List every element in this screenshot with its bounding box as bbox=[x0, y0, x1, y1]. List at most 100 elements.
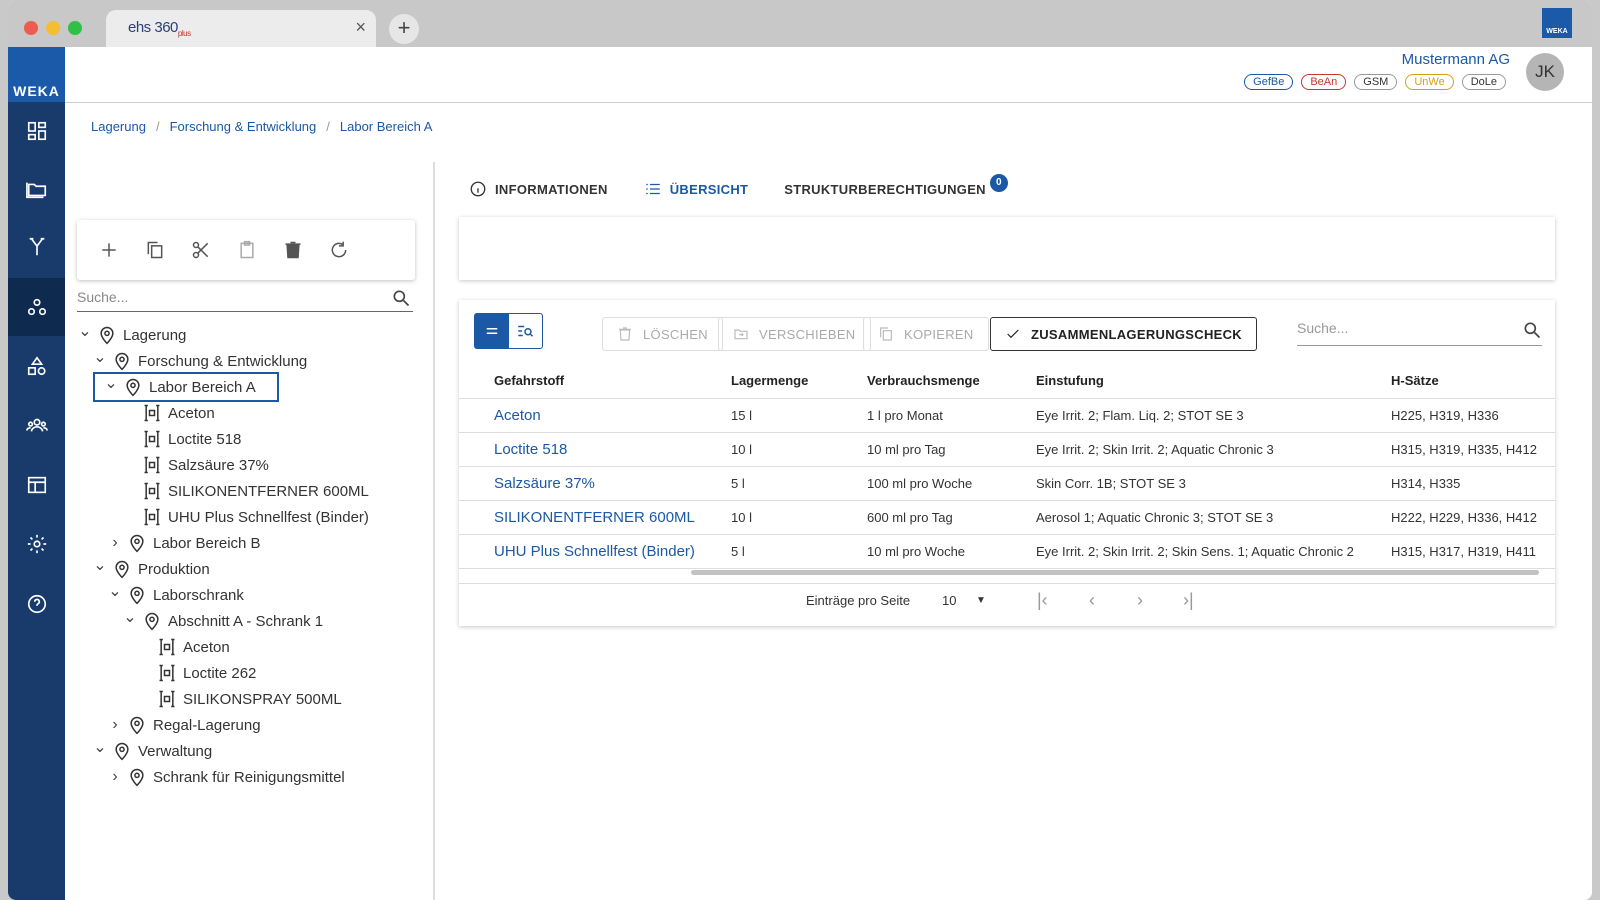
close-window-button[interactable] bbox=[24, 21, 38, 35]
table-row[interactable]: Aceton 15 l1 l pro Monat Eye Irrit. 2; Fla… bbox=[459, 398, 1555, 433]
substance-link[interactable]: UHU Plus Schnellfest (Binder) bbox=[459, 534, 696, 569]
rows-per-page-select[interactable]: 10 bbox=[942, 593, 956, 608]
module-badge-gsm[interactable]: GSM bbox=[1354, 74, 1398, 90]
sidebar-item-documents[interactable] bbox=[8, 160, 65, 218]
tree-node-location[interactable]: › Labor Bereich B bbox=[77, 530, 427, 556]
module-badge-bean[interactable]: BeAn bbox=[1301, 74, 1347, 90]
tree-node-location[interactable]: ⌄ Forschung & Entwicklung bbox=[77, 348, 427, 374]
tab-uebersicht[interactable]: ÜBERSICHT bbox=[644, 180, 749, 198]
table-search-input[interactable]: Suche... bbox=[1297, 320, 1542, 346]
substance-link[interactable]: Aceton bbox=[459, 398, 696, 433]
copy-selected-button[interactable]: KOPIEREN bbox=[863, 317, 989, 351]
chevron-down-icon[interactable]: ⌄ bbox=[92, 555, 108, 575]
table-row[interactable]: UHU Plus Schnellfest (Binder) 5 l 10 ml pr… bbox=[459, 534, 1555, 569]
next-page-button[interactable]: › bbox=[1137, 590, 1143, 611]
list-view-button[interactable] bbox=[475, 314, 509, 348]
move-button[interactable]: VERSCHIEBEN bbox=[718, 317, 871, 351]
module-badge-gefbe[interactable]: GefBe bbox=[1244, 74, 1294, 90]
browser-tab[interactable]: ehs 360plus × bbox=[106, 10, 376, 47]
copy-button[interactable] bbox=[143, 238, 167, 262]
last-page-button[interactable]: ›| bbox=[1183, 590, 1194, 611]
table-row[interactable]: Loctite 518 10 l 10 ml pro Tag Eye Irrit. 2… bbox=[459, 432, 1555, 467]
module-badge-dole[interactable]: DoLe bbox=[1461, 74, 1506, 90]
column-header-einstufung[interactable]: Einstufung bbox=[1001, 364, 1356, 399]
substance-link[interactable]: Loctite 518 bbox=[459, 432, 696, 467]
user-avatar[interactable]: JK bbox=[1526, 53, 1564, 91]
column-header-lagermenge[interactable]: Lagermenge bbox=[696, 364, 832, 399]
chevron-right-icon[interactable]: › bbox=[107, 534, 123, 552]
table-row[interactable]: SILIKONENTFERNER 600ML 10 l 600 ml pro Tag… bbox=[459, 500, 1555, 535]
tree-node-location[interactable]: ⌄ Lagerung bbox=[77, 322, 427, 348]
search-icon[interactable] bbox=[391, 288, 411, 308]
plus-icon bbox=[102, 243, 116, 257]
tab-strukturberechtigungen[interactable]: STRUKTURBERECHTIGUNGEN 0 bbox=[784, 174, 1008, 198]
sidebar-item-tables[interactable] bbox=[8, 456, 65, 514]
sidebar-item-hazardous-substances[interactable] bbox=[8, 278, 65, 336]
minimize-window-button[interactable] bbox=[46, 21, 60, 35]
sidebar-item-people[interactable] bbox=[8, 396, 65, 454]
tree-node-location[interactable]: › Schrank für Reinigungsmittel bbox=[77, 764, 427, 790]
detail-search-view-button[interactable] bbox=[509, 314, 543, 348]
chevron-down-icon[interactable]: ⌄ bbox=[103, 373, 119, 393]
consumption-amount: 100 ml pro Woche bbox=[832, 466, 1001, 501]
storage-check-button[interactable]: ZUSAMMENLAGERUNGSCHECK bbox=[990, 317, 1257, 351]
chevron-right-icon[interactable]: › bbox=[107, 716, 123, 734]
search-icon[interactable] bbox=[1522, 320, 1542, 340]
tree-node-substance[interactable]: SILIKONSPRAY 500ML bbox=[77, 686, 427, 712]
breadcrumb-item-lagerung[interactable]: Lagerung bbox=[91, 119, 146, 134]
sidebar-item-help[interactable] bbox=[8, 575, 65, 633]
sidebar-item-risks[interactable] bbox=[8, 337, 65, 395]
breadcrumb-item-forschung[interactable]: Forschung & Entwicklung bbox=[170, 119, 317, 134]
tree-node-location[interactable]: ⌄ Labor Bereich A bbox=[93, 372, 279, 402]
horizontal-scrollbar[interactable] bbox=[459, 568, 1555, 576]
sidebar-item-dashboard[interactable] bbox=[8, 102, 65, 160]
column-header-verbrauchsmenge[interactable]: Verbrauchsmenge bbox=[832, 364, 1001, 399]
tree-node-substance[interactable]: Loctite 262 bbox=[77, 660, 427, 686]
column-header-gefahrstoff[interactable]: Gefahrstoff bbox=[459, 364, 696, 399]
tree-node-substance[interactable]: Loctite 518 bbox=[77, 426, 427, 452]
delete-button[interactable] bbox=[281, 238, 305, 262]
column-header-h-saetze[interactable]: H-Sätze bbox=[1356, 364, 1555, 399]
add-button[interactable] bbox=[97, 238, 121, 262]
first-page-button[interactable]: |‹ bbox=[1037, 590, 1048, 611]
tree-node-location[interactable]: ⌄ Verwaltung bbox=[77, 738, 427, 764]
paste-button[interactable] bbox=[235, 238, 259, 262]
substance-link[interactable]: SILIKONENTFERNER 600ML bbox=[459, 500, 696, 535]
chevron-down-icon[interactable]: ⌄ bbox=[107, 581, 123, 601]
chevron-right-icon[interactable]: › bbox=[107, 768, 123, 786]
tree-node-substance[interactable]: Salzsäure 37% bbox=[77, 452, 427, 478]
new-tab-button[interactable]: + bbox=[389, 14, 419, 44]
tab-informationen[interactable]: INFORMATIONEN bbox=[469, 180, 608, 198]
table-row[interactable]: Salzsäure 37% 5 l 100 ml pro Woche Skin Cor… bbox=[459, 466, 1555, 501]
chevron-down-icon[interactable]: ⌄ bbox=[122, 607, 138, 627]
cut-button[interactable] bbox=[189, 238, 213, 262]
tree-node-substance[interactable]: UHU Plus Schnellfest (Binder) bbox=[77, 504, 427, 530]
previous-page-button[interactable]: ‹ bbox=[1089, 590, 1095, 611]
module-badge-unwe[interactable]: UnWe bbox=[1405, 74, 1454, 90]
tree-node-location[interactable]: ⌄ Laborschrank bbox=[77, 582, 427, 608]
tree-node-location[interactable]: ⌄ Produktion bbox=[77, 556, 427, 582]
chevron-down-icon[interactable]: ⌄ bbox=[77, 321, 93, 341]
maximize-window-button[interactable] bbox=[68, 21, 82, 35]
tree-node-substance[interactable]: Aceton bbox=[77, 400, 427, 426]
chevron-down-icon[interactable]: ▼ bbox=[976, 595, 986, 606]
location-pin-icon bbox=[127, 767, 147, 787]
chevron-down-icon[interactable]: ⌄ bbox=[92, 737, 108, 757]
tree-search-input[interactable]: Suche... bbox=[77, 286, 413, 312]
tree-node-location[interactable]: ⌄ Abschnitt A - Schrank 1 bbox=[77, 608, 427, 634]
chevron-down-icon[interactable]: ⌄ bbox=[92, 347, 108, 367]
breadcrumb-item-labor-a[interactable]: Labor Bereich A bbox=[340, 119, 433, 134]
substance-link[interactable]: Salzsäure 37% bbox=[459, 466, 696, 501]
move-label: VERSCHIEBEN bbox=[759, 326, 856, 342]
delete-selected-button[interactable]: LÖSCHEN bbox=[602, 317, 723, 351]
tree-node-substance[interactable]: Aceton bbox=[77, 634, 427, 660]
sidebar-item-settings[interactable] bbox=[8, 515, 65, 573]
scrollbar-thumb[interactable] bbox=[691, 570, 1539, 575]
company-name[interactable]: Mustermann AG bbox=[1402, 51, 1510, 68]
close-tab-icon[interactable]: × bbox=[355, 17, 366, 38]
tree-node-location[interactable]: › Regal-Lagerung bbox=[77, 712, 427, 738]
tree-node-substance[interactable]: SILIKONENTFERNER 600ML bbox=[77, 478, 427, 504]
refresh-button[interactable] bbox=[327, 238, 351, 262]
header: Mustermann AG GefBe BeAn GSM UnWe DoLe J… bbox=[65, 47, 1592, 103]
sidebar-item-processes[interactable] bbox=[8, 218, 65, 276]
